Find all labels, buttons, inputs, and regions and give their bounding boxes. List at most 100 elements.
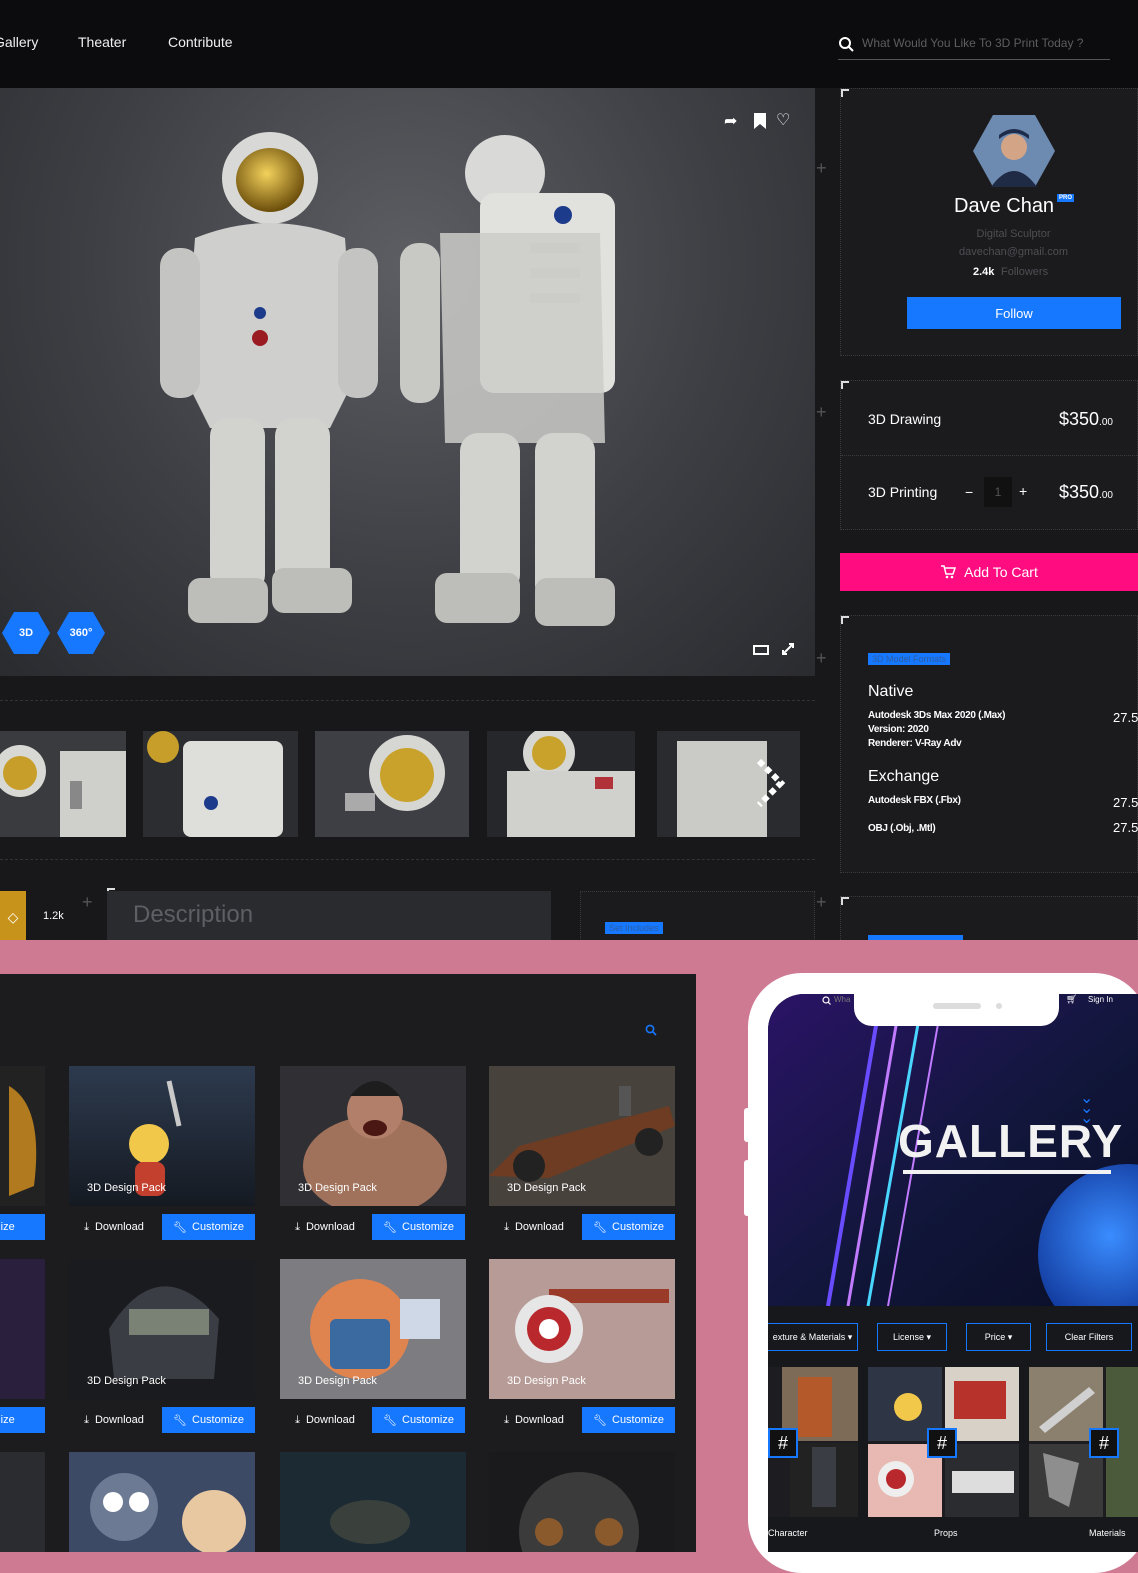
search-icon[interactable] xyxy=(822,996,831,1005)
download-button[interactable]: ⤓ Download xyxy=(489,1407,579,1433)
card-badge xyxy=(868,935,963,940)
gallery-card[interactable] xyxy=(0,1452,45,1552)
phone-notch xyxy=(854,994,1059,1026)
customize-button[interactable]: tomize xyxy=(0,1214,45,1240)
card-caption: 3D Design Pack xyxy=(507,1375,586,1387)
corner-mark xyxy=(841,616,849,624)
card-caption: 3D Design Pack xyxy=(87,1375,166,1387)
exchange-title: Exchange xyxy=(868,768,940,785)
wrench-icon: 🔧︎ xyxy=(383,1414,397,1427)
tag-icon-button[interactable]: ◇ xyxy=(0,891,26,940)
qty-minus-button[interactable]: − xyxy=(965,484,973,500)
gallery-card[interactable] xyxy=(0,1259,45,1399)
qty-plus-button[interactable]: + xyxy=(1019,483,1027,499)
gallery-card[interactable] xyxy=(69,1452,255,1552)
avatar[interactable] xyxy=(973,115,1055,187)
customize-button[interactable]: 🔧︎ Customize xyxy=(162,1214,255,1240)
views-count: 1.2k xyxy=(43,910,64,922)
phone-speaker xyxy=(933,1003,981,1009)
share-icon[interactable]: ➦ xyxy=(724,114,737,130)
card-caption: 3D Design Pack xyxy=(298,1182,377,1194)
gallery-card[interactable] xyxy=(0,1066,45,1206)
thumbnail-3[interactable] xyxy=(315,731,469,837)
search-input[interactable]: What Would You Like To 3D Print Today ? xyxy=(862,36,1083,50)
download-icon: ⤓ xyxy=(295,1413,300,1426)
gallery-card[interactable]: 3D Design Pack xyxy=(69,1259,255,1399)
nav-theater-link[interactable]: Theater xyxy=(78,34,126,50)
add-to-cart-button[interactable]: Add To Cart xyxy=(840,553,1138,591)
pricing-card: 3D Drawing $350.00 3D Printing − 1 + $35… xyxy=(840,380,1138,530)
filter-price[interactable]: Price ▾ xyxy=(966,1323,1031,1351)
heart-icon[interactable]: ♡ xyxy=(776,113,790,129)
card-caption: 3D Design Pack xyxy=(507,1182,586,1194)
exchange-fbx: Autodesk FBX (.Fbx) xyxy=(868,795,961,806)
printing-price: $350.00 xyxy=(1059,482,1113,502)
product-page: Gallery Theater Contribute What Would Yo… xyxy=(0,0,1138,940)
bookmark-icon[interactable] xyxy=(753,113,767,134)
native-line-3: Renderer: V-Ray Adv xyxy=(868,738,962,749)
plus-mark: + xyxy=(816,892,827,912)
clear-filters-button[interactable]: Clear Filters xyxy=(1046,1323,1132,1351)
profile-email: davechan@gmail.com xyxy=(959,246,1068,258)
customize-button[interactable]: 🔧︎ Customize xyxy=(582,1214,675,1240)
gallery-card[interactable]: 3D Design Pack xyxy=(280,1066,466,1206)
download-button[interactable]: ⤓ Download xyxy=(489,1214,579,1240)
search-bar[interactable]: What Would You Like To 3D Print Today ? xyxy=(838,32,1110,60)
followers-count: 2.4k xyxy=(973,266,995,278)
thumbnail-2[interactable] xyxy=(143,731,298,837)
window-mode-icon[interactable] xyxy=(753,644,769,656)
thumbnail-strip xyxy=(0,700,815,860)
customize-button[interactable]: 🔧︎ Customize xyxy=(372,1214,465,1240)
thumbnail-1[interactable] xyxy=(0,731,126,837)
gallery-card[interactable]: 3D Design Pack xyxy=(280,1259,466,1399)
description-field[interactable]: Description xyxy=(107,891,551,940)
cart-icon xyxy=(941,565,957,579)
formats-badge: 3D Model Formats xyxy=(868,653,951,665)
gallery-card[interactable] xyxy=(280,1452,466,1552)
thumbnail-4[interactable] xyxy=(487,731,635,837)
customize-button[interactable]: tomize xyxy=(0,1407,45,1433)
gallery-card[interactable] xyxy=(489,1452,675,1552)
nav-contribute-link[interactable]: Contribute xyxy=(168,34,233,50)
download-button[interactable]: ⤓ Download xyxy=(280,1407,370,1433)
view-360-button[interactable]: 360° xyxy=(57,612,105,654)
set-includes-badge: Set Includes xyxy=(605,922,663,934)
cart-icon[interactable]: 🛒︎ xyxy=(1066,994,1077,1005)
download-button[interactable]: ⤓ Download xyxy=(69,1214,159,1240)
search-icon[interactable] xyxy=(645,1024,657,1036)
view-3d-button[interactable]: 3D xyxy=(2,612,50,654)
sign-in-link[interactable]: Sign In xyxy=(1088,995,1113,1004)
plus-mark: + xyxy=(816,648,827,668)
customize-button[interactable]: 🔧︎ Customize xyxy=(582,1407,675,1433)
profile-title: Digital Sculptor xyxy=(976,228,1051,240)
nav-gallery-link[interactable]: Gallery xyxy=(0,34,38,50)
thumbnail-5[interactable] xyxy=(657,731,800,837)
qty-input[interactable]: 1 xyxy=(984,477,1012,507)
gallery-card[interactable]: 3D Design Pack xyxy=(69,1066,255,1206)
plus-mark: + xyxy=(82,892,93,912)
native-title: Native xyxy=(868,683,914,700)
search-icon xyxy=(839,37,854,52)
corner-mark xyxy=(841,89,849,97)
phone-side-button xyxy=(744,1108,750,1142)
follow-button[interactable]: Follow xyxy=(907,297,1121,329)
drawing-price: $350.00 xyxy=(1059,409,1113,429)
add-to-cart-label: Add To Cart xyxy=(964,564,1038,580)
corner-mark xyxy=(841,897,849,905)
fullscreen-icon[interactable] xyxy=(780,641,796,657)
customize-button[interactable]: 🔧︎ Customize xyxy=(162,1407,255,1433)
download-icon: ⤓ xyxy=(84,1413,89,1426)
mobile-search-input[interactable]: Wha xyxy=(834,995,850,1004)
gallery-window: 3D Design Pack 3D Design Pack 3D Design … xyxy=(0,974,696,1552)
download-button[interactable]: ⤓ Download xyxy=(280,1214,370,1240)
model-viewer[interactable]: ➦ ♡ 3D 360° xyxy=(0,88,815,676)
filter-license[interactable]: License ▾ xyxy=(877,1323,947,1351)
download-button[interactable]: ⤓ Download xyxy=(69,1407,159,1433)
gallery-card[interactable]: 3D Design Pack xyxy=(489,1066,675,1206)
customize-button[interactable]: 🔧︎ Customize xyxy=(372,1407,465,1433)
astronaut-front-image xyxy=(160,132,378,623)
filter-texture-materials[interactable]: exture & Materials ▾ xyxy=(768,1323,858,1351)
category-tile-materials[interactable] xyxy=(1029,1367,1138,1517)
gallery-card[interactable]: 3D Design Pack xyxy=(489,1259,675,1399)
download-icon: ⤓ xyxy=(295,1220,300,1233)
